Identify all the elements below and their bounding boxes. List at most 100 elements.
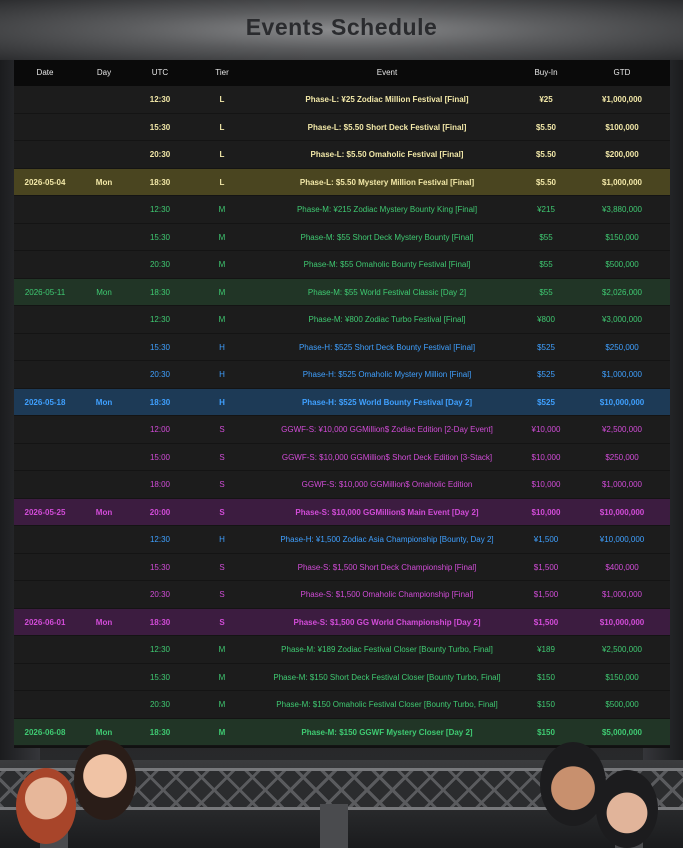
event-name: Phase-S: $1,500 Omaholic Championship [F… xyxy=(300,590,474,599)
guarantee: ¥3,880,000 xyxy=(601,205,643,214)
table-row[interactable]: 15:00 S GGWF-S: $10,000 GGMillion$ Short D… xyxy=(14,443,670,471)
guarantee: $1,000,000 xyxy=(601,370,643,379)
table-row[interactable]: 15:30 L Phase-L: $5.50 Short Deck Festival… xyxy=(14,113,670,141)
table-row[interactable]: 20:30 S Phase-S: $1,500 Omaholic Champions… xyxy=(14,581,670,609)
guarantee: ¥3,000,000 xyxy=(601,315,643,324)
table-row[interactable]: 15:30 M Phase-M: $150 Short Deck Festival … xyxy=(14,663,670,691)
table-row[interactable]: 12:00 S GGWF-S: ¥10,000 GGMillion$ Zodiac … xyxy=(14,416,670,444)
table-row[interactable]: 2026-05-04 Mon 18:30 L Phase-L: $5.50 Myster… xyxy=(14,168,670,196)
buy-in: ¥800 xyxy=(537,315,555,324)
utc-time: 12:30 xyxy=(149,645,171,654)
buy-in: $10,000 xyxy=(531,452,561,462)
guarantee: $1,000,000 xyxy=(601,177,643,187)
day-label: Mon xyxy=(95,617,113,627)
table-row[interactable]: 2026-06-01 Mon 18:30 S Phase-S: $1,500 GG Wo… xyxy=(14,608,670,636)
tier-label: M xyxy=(218,287,226,297)
buy-in: $55 xyxy=(539,232,553,242)
buy-in: ¥1,500 xyxy=(533,535,559,544)
utc-time: 20:30 xyxy=(149,150,171,159)
utc-time: 18:30 xyxy=(149,727,171,737)
tier-label: H xyxy=(219,342,225,352)
event-name: Phase-M: $55 Short Deck Mystery Bounty [… xyxy=(300,232,474,242)
tier-label: S xyxy=(219,590,225,599)
day-spacer xyxy=(76,526,132,553)
buy-in: $55 xyxy=(539,287,553,297)
tier-label: S xyxy=(219,507,225,517)
table-row[interactable]: 20:30 M Phase-M: $55 Omaholic Bounty Festi… xyxy=(14,251,670,279)
day-spacer xyxy=(76,691,132,718)
table-row[interactable]: 12:30 M Phase-M: ¥800 Zodiac Turbo Festiva… xyxy=(14,306,670,334)
host-avatar-1 xyxy=(16,768,76,844)
date-spacer xyxy=(14,554,76,581)
utc-time: 12:30 xyxy=(149,315,171,324)
event-name: Phase-S: $10,000 GGMillion$ Main Event [… xyxy=(295,507,479,517)
utc-time: 12:30 xyxy=(149,535,171,544)
tier-label: L xyxy=(219,95,225,104)
day-label: Mon xyxy=(96,287,112,297)
page-title: Events Schedule xyxy=(245,14,438,40)
guarantee: $500,000 xyxy=(605,260,639,269)
table-header: Date Day UTC Tier Event Buy-In GTD xyxy=(14,60,670,86)
guarantee: $5,000,000 xyxy=(601,727,643,737)
guarantee: ¥2,500,000 xyxy=(601,425,643,434)
event-name: Phase-M: ¥800 Zodiac Turbo Festival [Fin… xyxy=(308,315,466,324)
tier-label: S xyxy=(219,425,225,434)
date-spacer xyxy=(14,526,76,553)
utc-time: 15:30 xyxy=(149,122,171,132)
table-row[interactable]: 15:30 M Phase-M: $55 Short Deck Mystery Bo… xyxy=(14,223,670,251)
table-row[interactable]: 15:30 H Phase-H: $525 Short Deck Bounty Fe… xyxy=(14,333,670,361)
table-row[interactable]: 18:00 S GGWF-S: $10,000 GGMillion$ Omaholi… xyxy=(14,471,670,499)
tier-label: S xyxy=(219,452,225,462)
table-row[interactable]: 20:30 L Phase-L: $5.50 Omaholic Festival [… xyxy=(14,141,670,169)
table-row[interactable]: 2026-05-25 Mon 20:00 S Phase-S: $10,000 GGMi… xyxy=(14,498,670,526)
guarantee: $400,000 xyxy=(605,562,639,572)
utc-time: 12:30 xyxy=(149,205,171,214)
table-row[interactable]: 2026-05-11 Mon 18:30 M Phase-M: $55 World Fe… xyxy=(14,278,670,306)
utc-time: 18:00 xyxy=(149,480,171,489)
table-row[interactable]: 12:30 M Phase-M: ¥189 Zodiac Festival Clos… xyxy=(14,636,670,664)
table-row[interactable]: 2026-05-18 Mon 18:30 H Phase-H: $525 World B… xyxy=(14,388,670,416)
utc-time: 18:30 xyxy=(149,287,171,297)
table-row[interactable]: 12:30 M Phase-M: ¥215 Zodiac Mystery Bount… xyxy=(14,196,670,224)
event-name: GGWF-S: ¥10,000 GGMillion$ Zodiac Editio… xyxy=(281,425,493,434)
event-name: Phase-M: $150 Omaholic Festival Closer [… xyxy=(276,700,498,709)
utc-time: 20:00 xyxy=(149,507,171,517)
date-spacer xyxy=(14,444,76,471)
tier-label: L xyxy=(219,122,225,132)
event-name: GGWF-S: $10,000 GGMillion$ Short Deck Ed… xyxy=(281,452,493,462)
host-avatar-4 xyxy=(596,770,658,848)
utc-time: 15:00 xyxy=(149,452,171,462)
utc-time: 20:30 xyxy=(149,700,171,709)
utc-time: 15:30 xyxy=(149,232,171,242)
day-spacer xyxy=(76,581,132,608)
tier-label: H xyxy=(219,370,225,379)
table-row[interactable]: 15:30 S Phase-S: $1,500 Short Deck Champio… xyxy=(14,553,670,581)
event-name: Phase-H: $525 World Bounty Festival [Day… xyxy=(301,397,473,407)
table-row[interactable]: 12:30 H Phase-H: ¥1,500 Zodiac Asia Champi… xyxy=(14,526,670,554)
date-spacer xyxy=(14,334,76,361)
tier-label: M xyxy=(218,645,226,654)
buy-in: $10,000 xyxy=(531,480,561,489)
buy-in: ¥189 xyxy=(537,645,555,654)
tier-label: S xyxy=(219,480,225,489)
header-day: Day xyxy=(96,68,112,77)
host-avatar-2 xyxy=(74,740,136,820)
guarantee: $150,000 xyxy=(605,672,639,682)
utc-time: 20:30 xyxy=(149,590,171,599)
buy-in: $150 xyxy=(537,700,555,709)
table-row[interactable]: 12:30 L Phase-L: ¥25 Zodiac Million Festiv… xyxy=(14,86,670,114)
table-row[interactable]: 20:30 H Phase-H: $525 Omaholic Mystery Mil… xyxy=(14,361,670,389)
date-spacer xyxy=(14,224,76,251)
guarantee: $100,000 xyxy=(605,122,639,132)
date-spacer xyxy=(14,416,76,443)
buy-in: $150 xyxy=(537,672,555,682)
day-spacer xyxy=(76,636,132,663)
header-tier: Tier xyxy=(215,68,229,77)
date-spacer xyxy=(14,306,76,333)
tier-label: M xyxy=(218,672,226,682)
day-spacer xyxy=(76,361,132,388)
date-spacer xyxy=(14,691,76,718)
guarantee: $250,000 xyxy=(605,342,639,352)
event-name: Phase-L: $5.50 Mystery Million Festival … xyxy=(299,177,475,187)
table-row[interactable]: 20:30 M Phase-M: $150 Omaholic Festival Cl… xyxy=(14,691,670,719)
